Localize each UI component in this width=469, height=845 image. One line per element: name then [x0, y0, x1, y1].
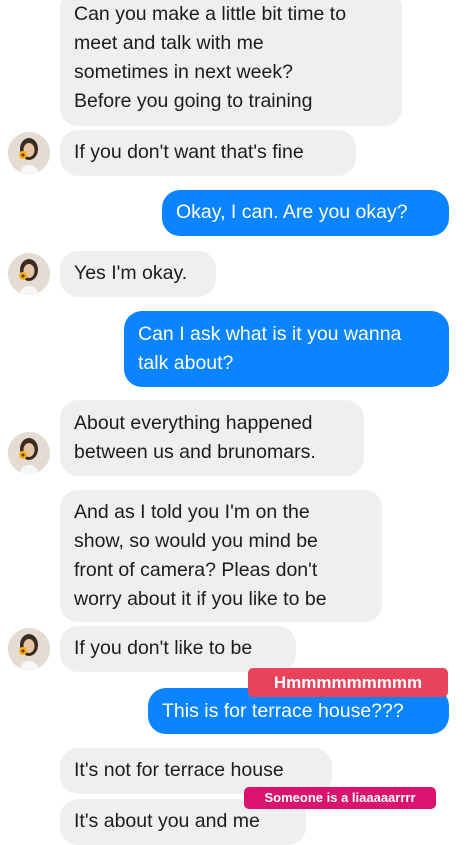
- contact-avatar[interactable]: [8, 432, 50, 474]
- message-bubble-outgoing[interactable]: Can I ask what is it you wanna talk abou…: [124, 311, 449, 387]
- contact-avatar-icon: [8, 253, 50, 295]
- story-text-sticker[interactable]: Hmmmmmmmmm: [248, 668, 448, 697]
- message-bubble-outgoing[interactable]: Okay, I can. Are you okay?: [162, 190, 449, 236]
- message-bubble-incoming[interactable]: Can you make a little bit time to meet a…: [60, 0, 402, 126]
- message-bubble-incoming[interactable]: If you don't like to be: [60, 626, 296, 672]
- contact-avatar-icon: [8, 628, 50, 670]
- contact-avatar[interactable]: [8, 132, 50, 174]
- message-bubble-incoming[interactable]: And as I told you I'm on the show, so wo…: [60, 490, 382, 622]
- story-text-sticker[interactable]: Someone is a liaaaaarrrr: [244, 787, 436, 809]
- message-bubble-incoming[interactable]: If you don't want that's fine: [60, 130, 356, 176]
- message-bubble-incoming[interactable]: About everything happened between us and…: [60, 400, 364, 476]
- contact-avatar[interactable]: [8, 253, 50, 295]
- message-bubble-incoming[interactable]: Yes I'm okay.: [60, 251, 216, 297]
- contact-avatar[interactable]: [8, 628, 50, 670]
- contact-avatar-icon: [8, 132, 50, 174]
- contact-avatar-icon: [8, 432, 50, 474]
